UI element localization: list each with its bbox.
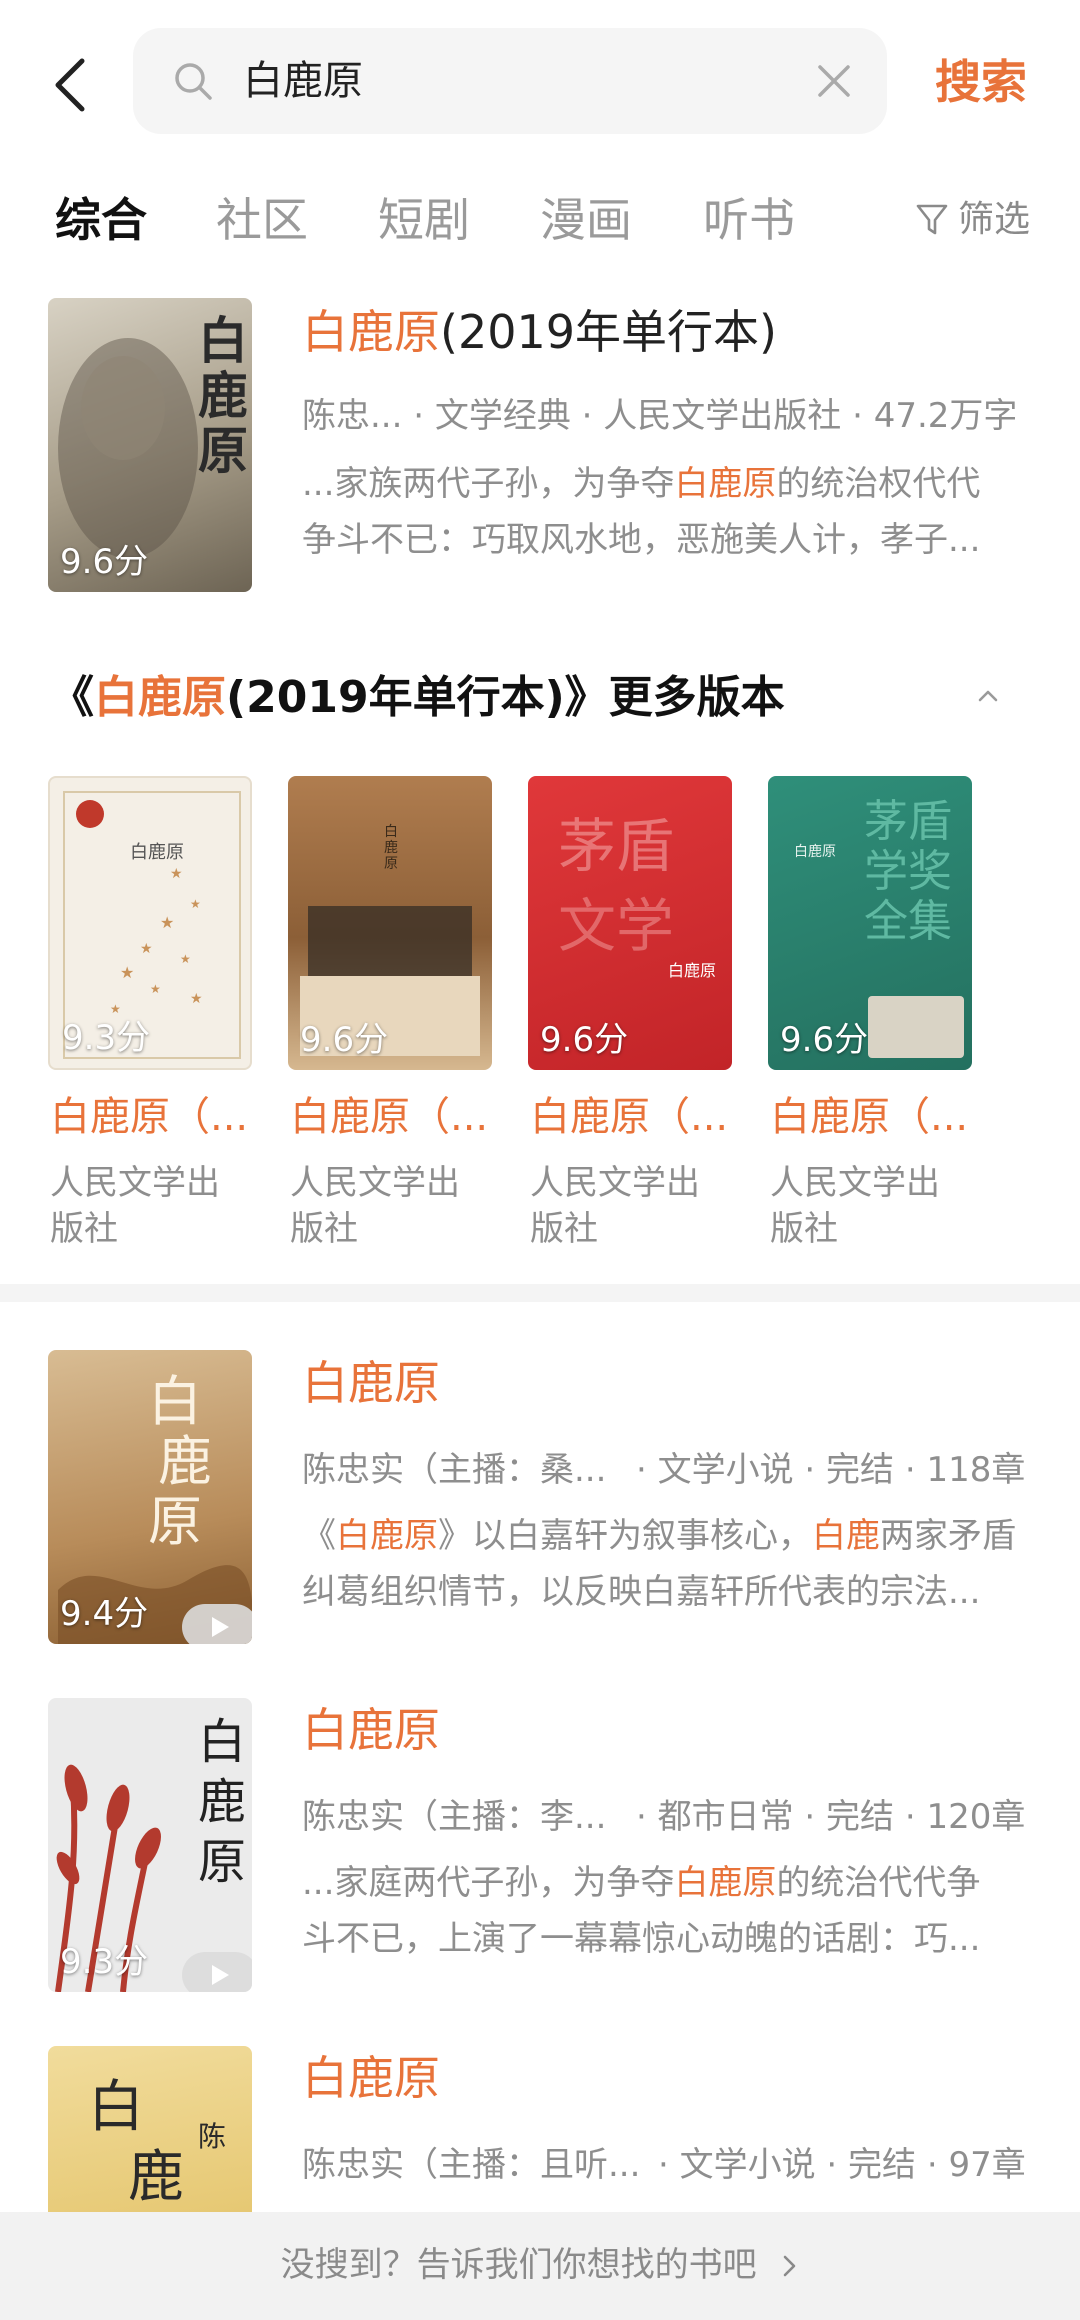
play-button[interactable] — [182, 1952, 252, 1992]
play-icon — [212, 1617, 229, 1637]
play-button[interactable] — [182, 1604, 252, 1644]
version-title: 白鹿原（... — [530, 1094, 729, 1140]
svg-text:原: 原 — [198, 1834, 246, 1890]
svg-text:鹿: 鹿 — [198, 366, 248, 425]
svg-text:白: 白 — [88, 2075, 144, 2140]
book-cover: 白 鹿 原 9.4分 — [48, 1350, 252, 1644]
svg-text:★: ★ — [190, 991, 203, 1007]
rating-score: 9.3分 — [60, 1942, 149, 1982]
rating-score: 9.6分 — [300, 1020, 389, 1060]
svg-text:白: 白 — [148, 1370, 202, 1433]
book-meta-info: · 文学小说 · 完结 · 118章 — [636, 1450, 1026, 1490]
book-meta-narrator: 陈忠实（主播：李... — [302, 1797, 607, 1837]
book-title: 白鹿原 — [302, 2051, 440, 2105]
back-arrow-icon[interactable] — [50, 55, 90, 115]
tab-short-drama[interactable]: 短剧 — [378, 190, 470, 250]
feedback-bar[interactable]: 没搜到？告诉我们你想找的书吧 — [0, 2212, 1080, 2320]
version-title: 白鹿原（... — [290, 1094, 489, 1140]
book-description: 《白鹿原》以白嘉轩为叙事核心，白鹿两家矛盾 纠葛组织情节，以反映白嘉轩所代表的宗… — [302, 1516, 1016, 1612]
book-cover: 白鹿原 ★ ★ ★ ★ ★ ★ ★ ★ ★ 9.3分 — [48, 776, 252, 1070]
svg-text:白鹿原: 白鹿原 — [794, 843, 836, 860]
svg-text:★: ★ — [140, 941, 153, 957]
book-cover: 茅盾 学奖 全集 白鹿原 9.6分 — [768, 776, 972, 1070]
svg-text:白: 白 — [198, 311, 248, 370]
version-title: 白鹿原（... — [50, 1094, 249, 1140]
svg-text:★: ★ — [150, 982, 161, 996]
book-cover: 茅盾 文学 白鹿原 9.6分 — [528, 776, 732, 1070]
book-cover: 白 鹿 原 9.6分 — [288, 776, 492, 1070]
svg-text:茅盾: 茅盾 — [864, 796, 952, 847]
book-meta-info: · 文学小说 · 完结 · 97章 — [658, 2145, 1026, 2185]
svg-text:文学: 文学 — [558, 892, 674, 960]
chevron-up-icon[interactable] — [976, 684, 1000, 708]
tab-comics[interactable]: 漫画 — [540, 190, 632, 250]
book-description: ...家族两代子孙，为争夺白鹿原的统治权代代 争斗不已：巧取风水地，恶施美人计，… — [302, 464, 981, 560]
svg-text:★: ★ — [110, 1002, 121, 1016]
svg-text:鹿: 鹿 — [198, 1774, 246, 1830]
search-query-text: 白鹿原 — [243, 58, 363, 104]
tab-audiobook[interactable]: 听书 — [703, 190, 795, 250]
tab-community[interactable]: 社区 — [216, 190, 308, 250]
search-icon — [175, 63, 212, 100]
book-title: 白鹿原 — [302, 1703, 440, 1757]
svg-text:白: 白 — [384, 824, 398, 840]
svg-text:白: 白 — [198, 1714, 246, 1770]
svg-text:★: ★ — [120, 963, 134, 982]
rating-score: 9.4分 — [60, 1594, 149, 1634]
cover-art: 白 鹿 陈 — [88, 2075, 226, 2210]
version-publisher: 人民文学出版社 — [770, 1163, 940, 1249]
chevron-right-icon — [784, 2255, 796, 2277]
play-icon — [212, 1965, 229, 1985]
book-meta: 陈忠... · 文学经典 · 人民文学出版社 · 47.2万字 — [302, 396, 1018, 436]
section-divider — [0, 1284, 1080, 1302]
svg-text:鹿: 鹿 — [158, 1430, 212, 1493]
svg-text:★: ★ — [180, 952, 191, 966]
svg-text:茅盾: 茅盾 — [558, 812, 674, 880]
book-title: 白鹿原(2019年单行本) — [302, 305, 777, 359]
svg-text:学奖: 学奖 — [864, 846, 952, 897]
clear-icon[interactable] — [817, 64, 851, 98]
svg-text:陈: 陈 — [198, 2120, 226, 2153]
tab-all[interactable]: 综合 — [55, 190, 147, 250]
svg-text:★: ★ — [160, 913, 174, 932]
version-publisher: 人民文学出版社 — [530, 1163, 700, 1249]
search-input[interactable]: 白鹿原 — [133, 28, 887, 134]
svg-text:原: 原 — [384, 856, 398, 872]
book-cover: 白 鹿 陈 — [48, 2046, 252, 2212]
version-title: 白鹿原（... — [770, 1094, 969, 1140]
svg-text:白鹿原: 白鹿原 — [668, 961, 716, 980]
version-publisher: 人民文学出版社 — [50, 1163, 220, 1249]
book-cover: 白 鹿 原 9.3分 — [48, 1698, 252, 1992]
svg-text:原: 原 — [198, 421, 248, 480]
svg-text:鹿: 鹿 — [384, 839, 398, 856]
book-meta-info: · 都市日常 · 完结 · 120章 — [636, 1797, 1026, 1837]
svg-text:★: ★ — [170, 866, 183, 882]
book-description: ...家庭两代子孙，为争夺白鹿原的统治代代争 斗不已，上演了一幕幕惊心动魄的话剧… — [302, 1863, 981, 1959]
svg-text:鹿: 鹿 — [128, 2145, 184, 2210]
svg-text:★: ★ — [190, 897, 201, 911]
svg-text:原: 原 — [148, 1490, 202, 1553]
rating-score: 9.6分 — [60, 542, 149, 582]
version-publisher: 人民文学出版社 — [290, 1163, 460, 1249]
filter-icon — [916, 204, 948, 235]
book-cover: 白 鹿 原 9.6分 — [48, 298, 252, 592]
more-versions-heading: 《白鹿原(2019年单行本)》更多版本 — [50, 672, 785, 723]
filter-button[interactable]: 筛选 — [916, 198, 1030, 242]
rating-score: 9.6分 — [540, 1020, 629, 1060]
book-meta-narrator: 陈忠实（主播：且听... — [302, 2145, 641, 2185]
book-title: 白鹿原 — [302, 1356, 440, 1410]
rating-score: 9.6分 — [780, 1020, 869, 1060]
filter-label: 筛选 — [957, 199, 1030, 240]
book-meta-narrator: 陈忠实（主播：桑... — [302, 1450, 607, 1490]
category-tabs: 综合 社区 短剧 漫画 听书 筛选 — [0, 180, 1080, 260]
top-bar: 白鹿原 搜索 — [0, 0, 1080, 170]
svg-text:全集: 全集 — [864, 896, 952, 947]
search-button[interactable]: 搜索 — [935, 52, 1027, 112]
svg-text:白鹿原: 白鹿原 — [130, 842, 184, 863]
rating-score: 9.3分 — [62, 1018, 151, 1058]
feedback-link[interactable]: 没搜到？告诉我们你想找的书吧 — [0, 2242, 1080, 2288]
